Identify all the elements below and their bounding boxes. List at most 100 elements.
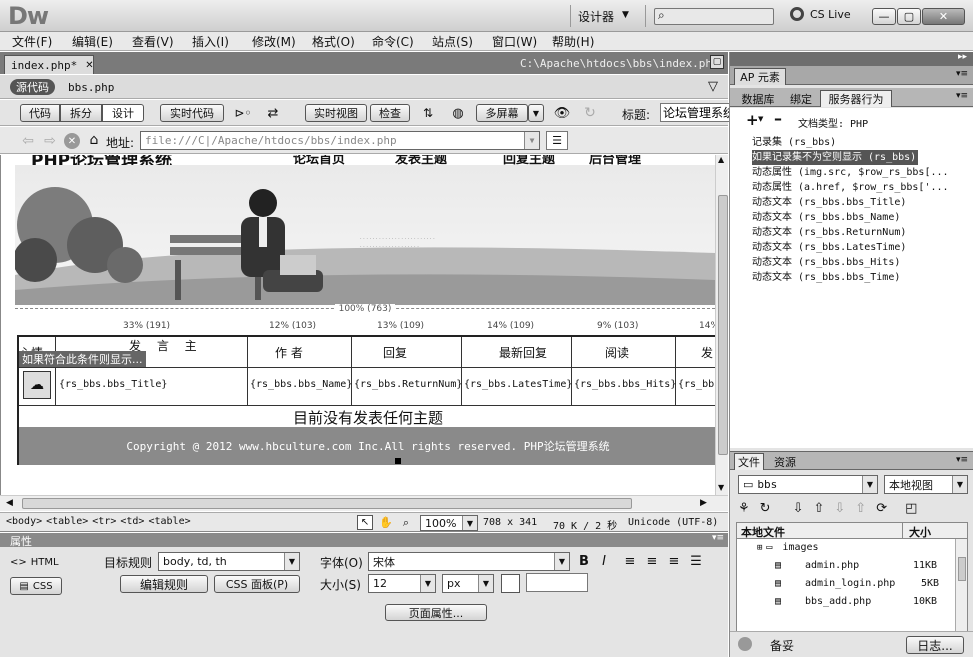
hand-tool-icon[interactable]: ✋ bbox=[378, 515, 394, 530]
tag-table[interactable]: <table> bbox=[46, 516, 88, 527]
tag-td[interactable]: <td> bbox=[120, 516, 144, 527]
preview-browser-icon[interactable]: ◍ bbox=[446, 104, 470, 122]
behavior-item-2[interactable]: 动态属性 (img.src, $row_rs_bbs[... bbox=[752, 165, 972, 180]
html-mode-button[interactable]: <> HTML bbox=[10, 557, 59, 568]
pointer-tool-icon[interactable]: ↖ bbox=[357, 515, 373, 530]
add-behavior-button[interactable]: + bbox=[746, 111, 759, 129]
back-icon[interactable]: ⇦ bbox=[20, 133, 36, 149]
code-view-button[interactable]: 代码 bbox=[20, 104, 60, 122]
menu-window[interactable]: 窗口(W) bbox=[492, 33, 552, 50]
behavior-item-8[interactable]: 动态文本 (rs_bbs.bbs_Hits) bbox=[752, 255, 972, 270]
page-properties-button[interactable]: 页面属性... bbox=[385, 604, 487, 621]
connect-icon[interactable]: ⚘ bbox=[738, 501, 750, 516]
workspace-switcher[interactable]: 设计器 ▼ bbox=[578, 8, 629, 25]
behavior-item-0[interactable]: 记录集 (rs_bbs) bbox=[752, 135, 972, 150]
menu-commands[interactable]: 命令(C) bbox=[372, 33, 432, 50]
live-view-button[interactable]: 实时视图 bbox=[305, 104, 367, 122]
put-files-icon[interactable]: ⇧ bbox=[813, 501, 824, 516]
tab-assets[interactable]: 资源 bbox=[768, 453, 802, 470]
behavior-item-4[interactable]: 动态文本 (rs_bbs.bbs_Title) bbox=[752, 195, 972, 210]
align-left-icon[interactable]: ≡ bbox=[622, 552, 638, 571]
title-input[interactable] bbox=[660, 103, 730, 122]
tab-server-behaviors[interactable]: 服务器行为 bbox=[820, 90, 892, 107]
panel-menu-icon[interactable]: ▾≡ bbox=[956, 455, 968, 465]
resize-handle[interactable] bbox=[395, 458, 401, 464]
bold-button[interactable]: B bbox=[576, 552, 592, 571]
live-code-button[interactable]: 实时代码 bbox=[160, 104, 224, 122]
align-center-icon[interactable]: ≡ bbox=[644, 552, 660, 571]
view-select[interactable]: 本地视图 ▼ bbox=[884, 475, 968, 494]
restore-doc-icon[interactable]: ▢ bbox=[710, 55, 724, 69]
address-input[interactable]: file:///C|/Apache/htdocs/bbs/index.php ▼ bbox=[140, 131, 540, 150]
scrollbar-thumb[interactable] bbox=[718, 195, 728, 455]
remove-behavior-button[interactable]: – bbox=[774, 109, 782, 128]
zoom-select[interactable]: 100% ▼ bbox=[420, 515, 478, 531]
maximize-button[interactable]: ▢ bbox=[897, 8, 921, 25]
stop-icon[interactable]: ✕ bbox=[64, 133, 80, 149]
behavior-item-6[interactable]: 动态文本 (rs_bbs.ReturnNum) bbox=[752, 225, 972, 240]
tag-body[interactable]: <body> bbox=[6, 516, 42, 527]
tag-tr[interactable]: <tr> bbox=[92, 516, 116, 527]
panel-menu-icon[interactable]: ▾≡ bbox=[956, 91, 968, 101]
get-files-icon[interactable]: ⇩ bbox=[793, 501, 804, 516]
inspect-mode-icon[interactable]: ⊳◦ bbox=[232, 104, 254, 122]
size-select[interactable]: 12 ▼ bbox=[368, 574, 436, 593]
behavior-item-5[interactable]: 动态文本 (rs_bbs.bbs_Name) bbox=[752, 210, 972, 225]
design-canvas[interactable]: PHP论坛管理系统 论坛首页 发表主题 回复主题 后台管理 · · · · · … bbox=[0, 155, 728, 495]
nav-item-reply[interactable]: 回复主题 bbox=[503, 155, 555, 165]
forward-icon[interactable]: ⇨ bbox=[42, 133, 58, 149]
nav-item-post[interactable]: 发表主题 bbox=[395, 155, 447, 165]
font-select[interactable]: 宋体 ▼ bbox=[368, 552, 570, 571]
refresh-icon[interactable]: ↻ bbox=[580, 104, 600, 122]
cell-title[interactable]: {rs_bbs.bbs_Title} bbox=[59, 379, 167, 390]
css-mode-button[interactable]: ▤ CSS bbox=[10, 577, 62, 595]
horizontal-scrollbar[interactable]: ◀ ▶ bbox=[0, 495, 728, 511]
browser-compat-icon[interactable]: ⇄ bbox=[260, 104, 286, 122]
behavior-item-3[interactable]: 动态属性 (a.href, $row_rs_bbs['... bbox=[752, 180, 972, 195]
menu-help[interactable]: 帮助(H) bbox=[552, 33, 612, 50]
log-button[interactable]: 日志... bbox=[906, 636, 964, 654]
cell-latest[interactable]: {rs_bbs.LatesTime} bbox=[464, 379, 572, 390]
related-file-bbs[interactable]: bbs.php bbox=[68, 81, 114, 94]
cell-name[interactable]: {rs_bbs.bbs_Name} bbox=[250, 379, 352, 390]
multiscreen-button[interactable]: 多屏幕 bbox=[476, 104, 528, 122]
view-options-icon[interactable]: ☰ bbox=[546, 131, 568, 150]
color-input[interactable] bbox=[526, 573, 588, 592]
design-view-button[interactable]: 设计 bbox=[102, 104, 144, 122]
menu-format[interactable]: 格式(O) bbox=[312, 33, 372, 50]
cs-live-button[interactable]: CS Live bbox=[790, 7, 851, 21]
files-scrollbar[interactable] bbox=[955, 539, 967, 631]
nav-item-home[interactable]: 论坛首页 bbox=[293, 155, 345, 165]
split-view-button[interactable]: 拆分 bbox=[60, 104, 102, 122]
help-search-input[interactable]: ⌕ bbox=[654, 8, 774, 25]
behavior-item-9[interactable]: 动态文本 (rs_bbs.bbs_Time) bbox=[752, 270, 972, 285]
hscroll-thumb[interactable] bbox=[22, 498, 632, 509]
file-row-images[interactable]: ⊞ ▭ images bbox=[757, 542, 957, 553]
zoom-tool-icon[interactable]: ⌕ bbox=[398, 515, 414, 530]
edit-rule-button[interactable]: 编辑规则 bbox=[120, 575, 208, 593]
tag-table-inner[interactable]: <table> bbox=[148, 516, 190, 527]
close-tab-icon[interactable]: ✕ bbox=[85, 60, 93, 71]
css-panel-button[interactable]: CSS 面板(P) bbox=[214, 575, 300, 593]
color-swatch[interactable] bbox=[501, 574, 520, 593]
expand-tree-icon[interactable]: ⊞ bbox=[757, 543, 762, 553]
file-transfer-icon[interactable]: ⇅ bbox=[416, 104, 440, 122]
target-rule-select[interactable]: body, td, th ▼ bbox=[158, 552, 300, 571]
checkin-icon[interactable]: ⇧ bbox=[855, 501, 866, 516]
cell-return[interactable]: {rs_bbs.ReturnNum} bbox=[354, 379, 462, 390]
align-justify-icon[interactable]: ☰ bbox=[688, 552, 704, 571]
behavior-item-1[interactable]: 如果记录集不为空则显示 (rs_bbs) bbox=[752, 150, 919, 165]
sync-icon[interactable]: ⟳ bbox=[876, 501, 887, 516]
panel-menu-icon[interactable]: ▾≡ bbox=[712, 533, 724, 543]
panel-menu-icon[interactable]: ▾≡ bbox=[956, 69, 968, 79]
menu-site[interactable]: 站点(S) bbox=[432, 33, 492, 50]
checkout-icon[interactable]: ⇩ bbox=[834, 501, 845, 516]
inspect-button[interactable]: 检查 bbox=[370, 104, 410, 122]
visual-aids-icon[interactable]: 👁 bbox=[550, 104, 574, 122]
menu-file[interactable]: 文件(F) bbox=[12, 33, 72, 50]
tab-bindings[interactable]: 绑定 bbox=[784, 90, 818, 107]
home-icon[interactable]: ⌂ bbox=[86, 132, 102, 148]
menu-view[interactable]: 查看(V) bbox=[132, 33, 192, 50]
site-select[interactable]: ▭ bbs ▼ bbox=[738, 475, 878, 494]
unit-select[interactable]: px ▼ bbox=[442, 574, 494, 593]
